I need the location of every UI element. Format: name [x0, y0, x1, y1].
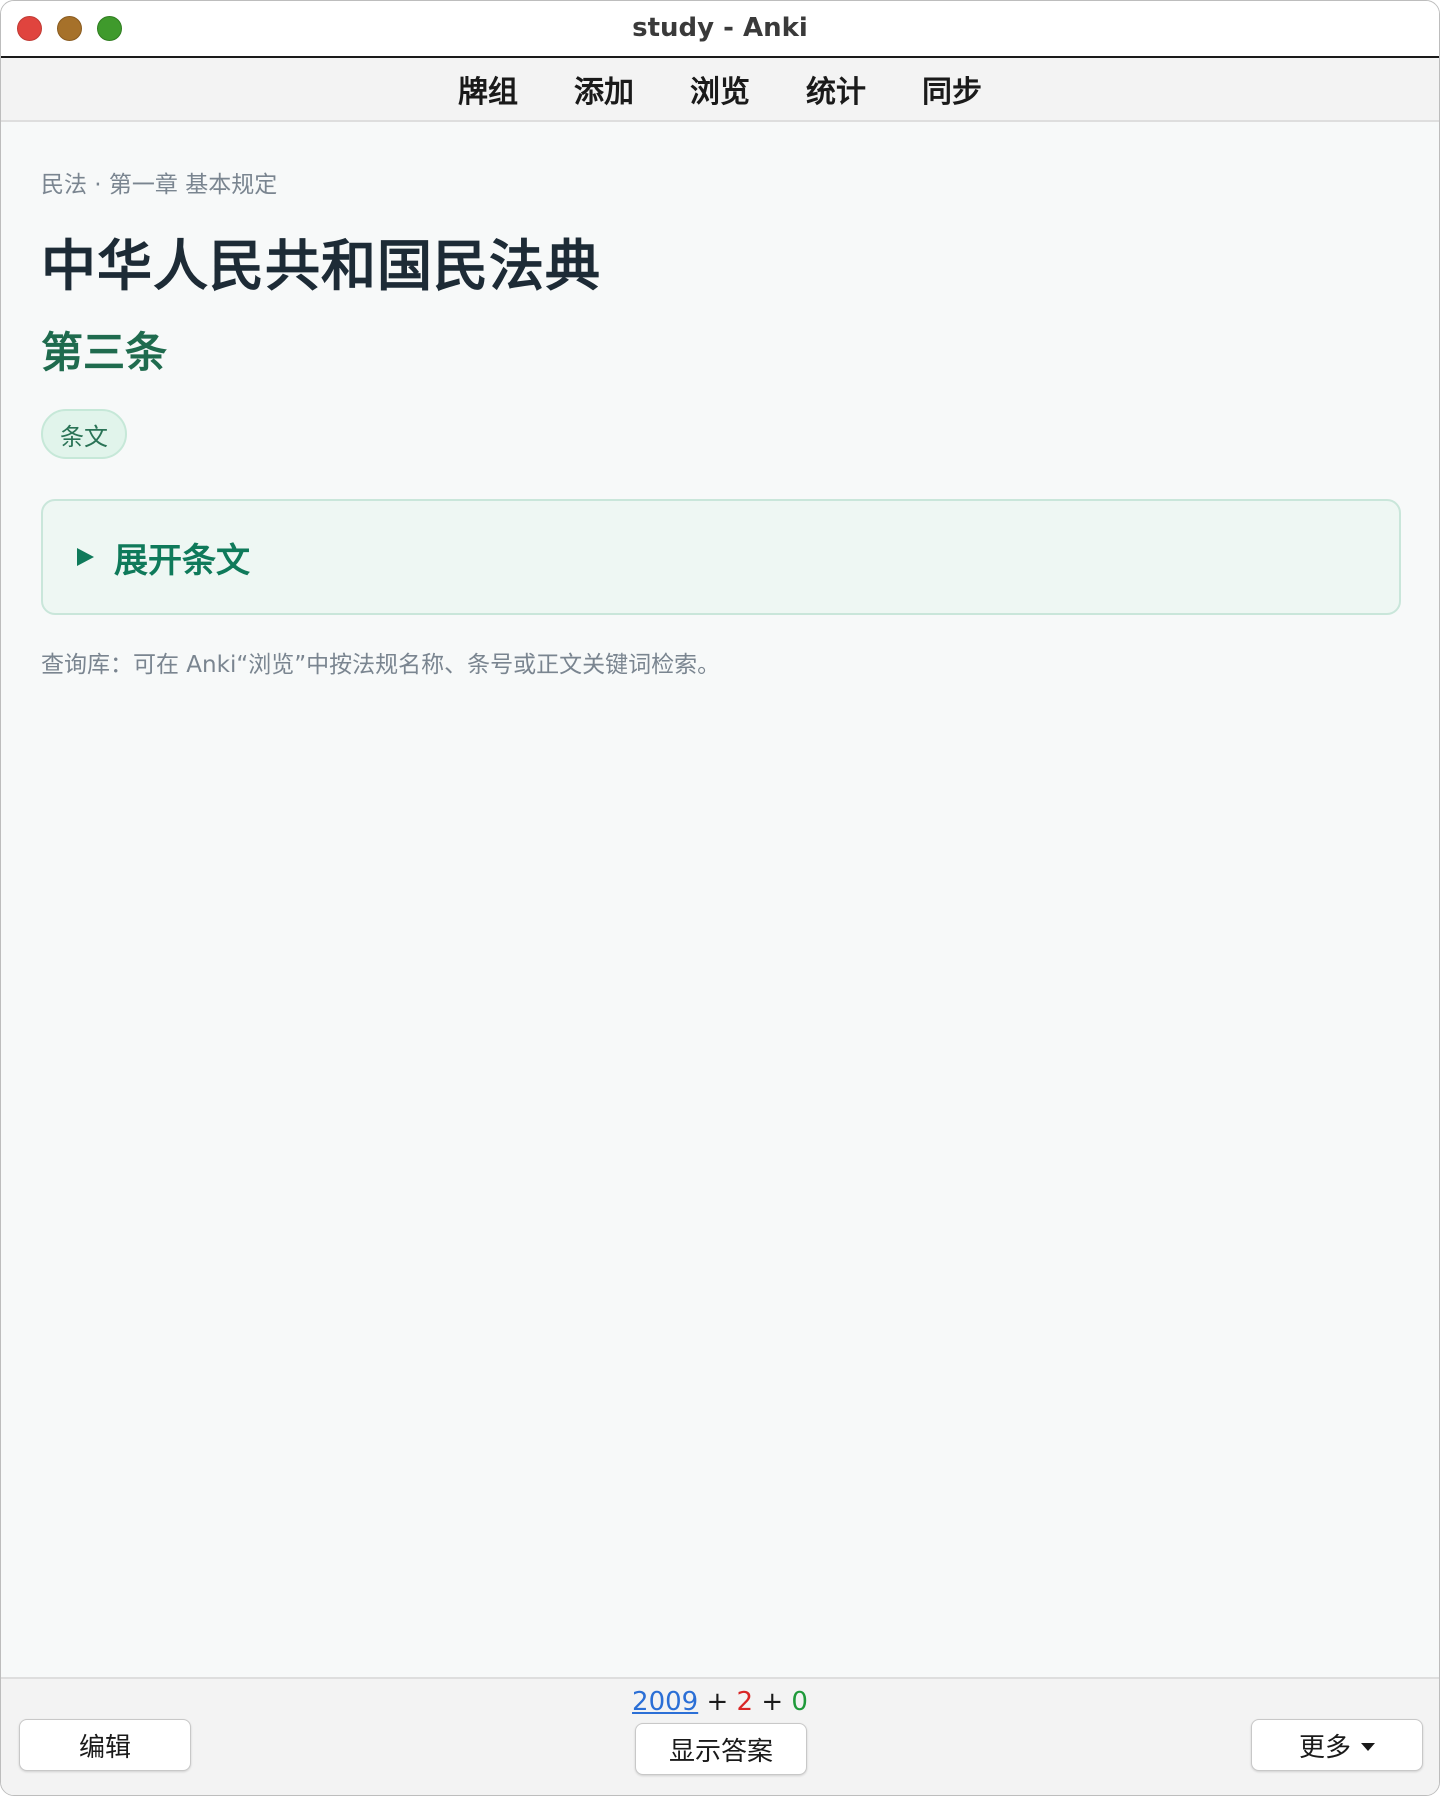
- toolbar-add[interactable]: 添加: [574, 67, 634, 111]
- show-answer-button[interactable]: 显示答案: [635, 1723, 807, 1775]
- edit-button-label: 编辑: [78, 1732, 131, 1763]
- count-separator: +: [761, 1687, 784, 1717]
- law-title: 中华人民共和国民法典: [41, 234, 602, 298]
- caret-down-icon: [1361, 1743, 1375, 1751]
- show-answer-label: 显示答案: [668, 1736, 773, 1767]
- triangle-right-icon: [77, 548, 94, 566]
- review-bottom-bar: 2009 + 2 + 0 编辑 显示答案 更多: [1, 1677, 1439, 1795]
- count-separator: +: [706, 1687, 729, 1717]
- toolbar-stats[interactable]: 统计: [806, 67, 866, 111]
- review-count: 0: [791, 1687, 808, 1717]
- due-counts: 2009 + 2 + 0: [1, 1687, 1439, 1717]
- article-title: 第三条: [41, 328, 168, 377]
- toolbar-sync[interactable]: 同步: [922, 67, 982, 111]
- expand-article-label: 展开条文: [114, 540, 250, 581]
- title-bar: study - Anki: [1, 1, 1439, 58]
- anki-window: study - Anki 牌组 添加 浏览 统计 同步 民法 · 第一章 基本规…: [0, 0, 1440, 1796]
- edit-button[interactable]: 编辑: [19, 1719, 191, 1771]
- search-hint: 查询库：可在 Anki“浏览”中按法规名称、条号或正文关键词检索。: [41, 652, 721, 678]
- window-title: study - Anki: [632, 13, 808, 43]
- main-toolbar: 牌组 添加 浏览 统计 同步: [1, 58, 1439, 122]
- learn-count: 2: [736, 1687, 754, 1717]
- breadcrumb: 民法 · 第一章 基本规定: [41, 172, 278, 198]
- toolbar-decks[interactable]: 牌组: [458, 67, 518, 111]
- toolbar-browse[interactable]: 浏览: [690, 67, 750, 111]
- new-count[interactable]: 2009: [632, 1687, 698, 1717]
- more-button[interactable]: 更多: [1251, 1719, 1423, 1771]
- expand-article-toggle[interactable]: 展开条文: [41, 499, 1401, 615]
- more-button-label: 更多: [1298, 1732, 1351, 1763]
- tag-badge: 条文: [41, 409, 127, 459]
